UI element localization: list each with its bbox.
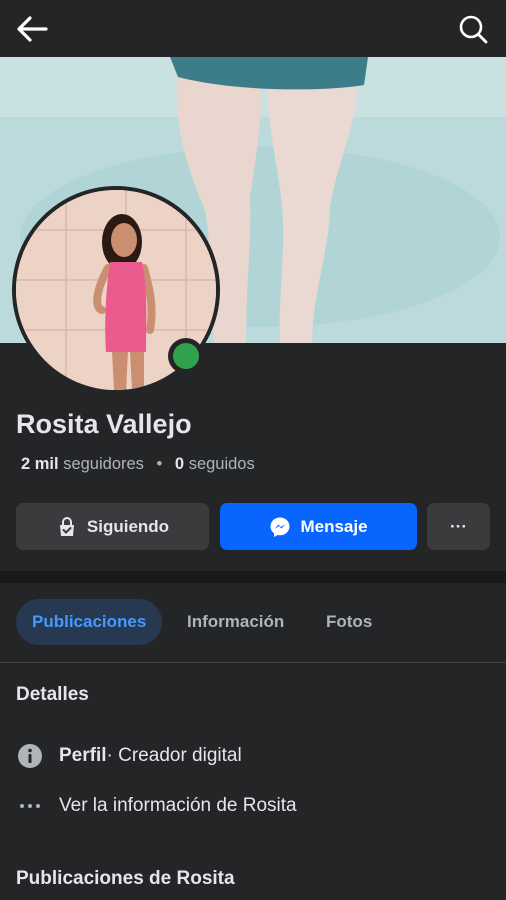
- following-count[interactable]: 0: [175, 455, 184, 473]
- see-info-link[interactable]: Ver la información de Rosita: [59, 795, 297, 817]
- top-bar: [0, 0, 506, 57]
- followers-count[interactable]: 2 mil: [21, 455, 59, 473]
- profile-name: Rosita Vallejo: [16, 409, 192, 439]
- profile-tabs: Publicaciones Información Fotos: [0, 583, 506, 662]
- tab-fotos[interactable]: Fotos: [326, 599, 372, 645]
- following-label[interactable]: seguidos: [189, 455, 255, 473]
- more-options-button[interactable]: ···: [427, 503, 490, 550]
- arrow-left-icon: [17, 16, 48, 42]
- tab-divider: [0, 662, 506, 663]
- tab-publicaciones[interactable]: Publicaciones: [16, 599, 163, 645]
- details-title: Detalles: [16, 684, 89, 705]
- followers-label[interactable]: seguidores: [63, 455, 144, 473]
- message-button[interactable]: Mensaje: [220, 503, 417, 550]
- more-dots-icon: [20, 804, 40, 808]
- follow-stats: 2 mil seguidores • 0 seguidos: [21, 455, 255, 474]
- online-status-indicator: [168, 338, 204, 374]
- message-label: Mensaje: [300, 516, 368, 536]
- following-button[interactable]: Siguiendo: [16, 503, 209, 550]
- messenger-icon: [270, 517, 290, 537]
- search-icon: [459, 15, 488, 44]
- info-icon: [18, 744, 42, 768]
- back-button[interactable]: [14, 12, 50, 46]
- more-icon: ···: [450, 516, 467, 536]
- detail-profile-row: Perfil · Creador digital: [16, 741, 242, 771]
- see-info-row[interactable]: Ver la información de Rosita: [16, 791, 297, 821]
- section-separator: [0, 571, 506, 583]
- profile-type-label: Perfil: [59, 745, 107, 766]
- search-button[interactable]: [456, 12, 490, 46]
- tab-informacion[interactable]: Información: [187, 599, 284, 645]
- stats-separator: •: [156, 455, 163, 473]
- profile-type-value: · Creador digital: [106, 745, 242, 766]
- following-label: Siguiendo: [86, 516, 170, 536]
- posts-title: Publicaciones de Rosita: [16, 868, 235, 889]
- following-check-icon: [59, 516, 74, 536]
